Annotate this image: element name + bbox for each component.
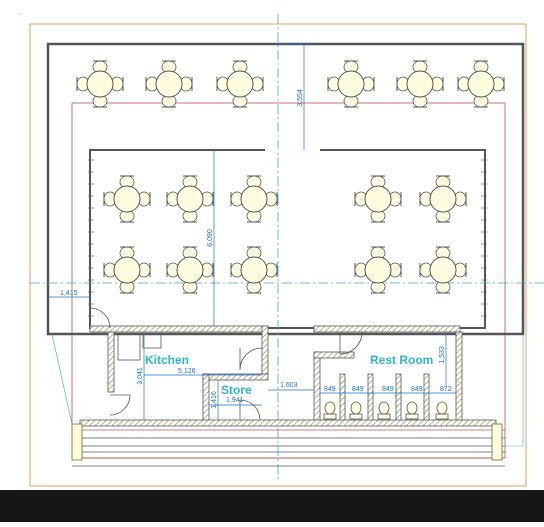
round-table [429, 256, 457, 284]
dining-tables [76, 60, 505, 294]
floor-plan-drawing: 3,554 6,090 1,415 3,041 5,126 1,416 1,94… [0, 0, 544, 522]
restroom-door [339, 331, 363, 355]
table-set [216, 60, 264, 108]
round-table [113, 256, 141, 284]
table-set [327, 60, 375, 108]
round-table [337, 70, 365, 98]
floor-plan-svg: 3,554 6,090 1,415 3,041 5,126 1,416 1,94… [0, 13, 544, 522]
dim-kitchen-vertical: 3,041 [137, 367, 144, 385]
table-set [103, 246, 151, 294]
dim-stall-3: 849 [382, 386, 394, 393]
table-set [419, 246, 467, 294]
kitchen-sink [142, 333, 162, 349]
dim-restroom-vertical: 1,533 [439, 346, 446, 364]
table-set [166, 246, 214, 294]
veranda-wall [79, 419, 497, 427]
kitchen-back-door [109, 394, 131, 416]
round-table [176, 256, 204, 284]
service-walls [89, 325, 463, 423]
corner-mark: ' [20, 13, 21, 19]
dim-stall-2: 849 [352, 386, 364, 393]
table-set [145, 60, 193, 108]
kitchen-side-door [239, 347, 263, 371]
hall-entrance-gap [265, 149, 320, 152]
stall-partition [367, 373, 374, 423]
toilet-tank [323, 413, 337, 420]
bottom-bar [0, 490, 544, 522]
table-set [419, 175, 467, 223]
restroom-right-wall [455, 331, 463, 423]
dim-hall-vertical: 6,090 [207, 229, 214, 247]
dim-stall-5: 872 [440, 386, 452, 393]
table-set [396, 60, 444, 108]
round-table [113, 185, 141, 213]
kitchen-top-wall [89, 325, 266, 333]
round-table [406, 70, 434, 98]
round-table [176, 185, 204, 213]
toilet-tank [377, 413, 391, 420]
table-set [230, 246, 278, 294]
toilet [378, 401, 390, 415]
kitchen-label: Kitchen [145, 353, 189, 367]
kitchen-door [89, 307, 111, 329]
restroom-left-wall [313, 351, 321, 423]
table-set [230, 175, 278, 223]
toilet [406, 401, 418, 415]
dim-stall-1: 849 [324, 386, 336, 393]
toilet [436, 401, 448, 415]
stall-partition [423, 373, 430, 423]
store-label: Store [221, 383, 252, 397]
round-table [364, 256, 392, 284]
toilet-tank [435, 413, 449, 420]
rest-room-label: Rest Room [370, 353, 433, 367]
dining-hall-wall [89, 149, 486, 329]
round-table [429, 185, 457, 213]
kitchen-left-wall [107, 331, 115, 393]
right-column [491, 423, 503, 461]
left-column [71, 423, 83, 461]
store-left-wall [202, 373, 210, 423]
dim-store-vertical: 1,416 [211, 391, 218, 409]
table-set [354, 246, 402, 294]
dim-top-vertical: 3,554 [297, 89, 304, 107]
dim-stall-4: 849 [411, 386, 423, 393]
table-set [103, 175, 151, 223]
toilet-stalls [323, 373, 449, 423]
table-set [76, 60, 124, 108]
toilet [350, 401, 362, 415]
stall-partition [395, 373, 402, 423]
table-set [166, 175, 214, 223]
round-table [240, 256, 268, 284]
table-set [457, 60, 505, 108]
kitchen-right-wall [261, 325, 269, 375]
veranda [51, 333, 524, 467]
dim-left-horizontal: 1,415 [60, 290, 78, 297]
round-table [467, 70, 495, 98]
hall-wall-ticks [88, 159, 487, 317]
kitchen-counter [117, 333, 141, 361]
dim-store-horizontal: 1,941 [226, 397, 244, 404]
toilet-tank [349, 413, 363, 420]
round-table [226, 70, 254, 98]
restroom-top-wall [313, 325, 461, 333]
table-set [354, 175, 402, 223]
round-table [364, 185, 392, 213]
stall-partition [339, 373, 346, 423]
round-table [155, 70, 183, 98]
toilet [324, 401, 336, 415]
toilet-tank [405, 413, 419, 420]
round-table [86, 70, 114, 98]
dim-kitchen-horizontal: 5,126 [178, 368, 196, 375]
dim-corridor-horizontal: 1,603 [280, 382, 298, 389]
round-table [240, 185, 268, 213]
